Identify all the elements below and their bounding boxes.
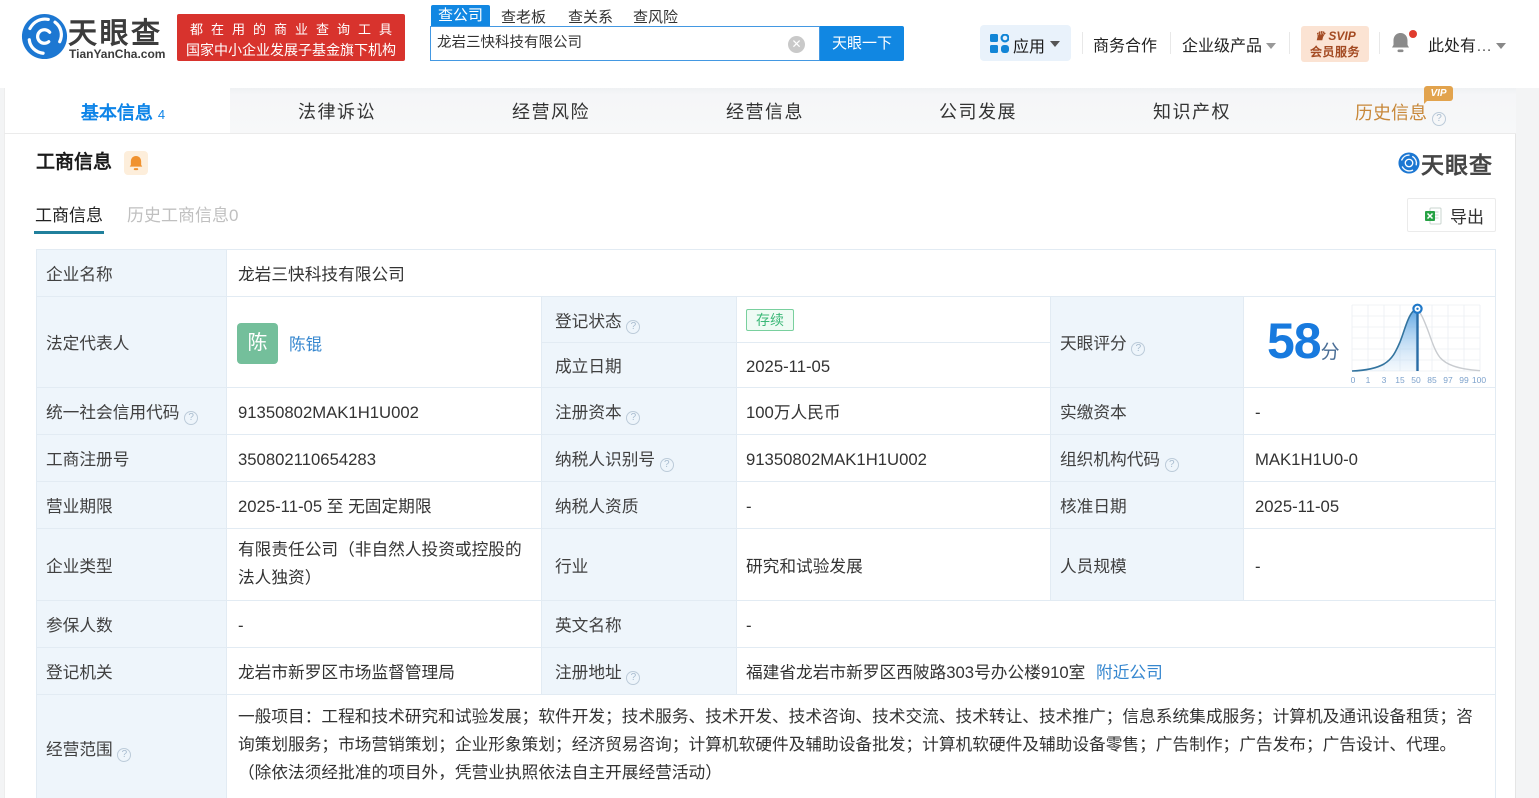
svg-text:0: 0: [1351, 375, 1356, 385]
svg-text:97: 97: [1443, 375, 1453, 385]
svg-text:85: 85: [1427, 375, 1437, 385]
svg-text:1: 1: [1366, 375, 1371, 385]
svg-text:15: 15: [1395, 375, 1405, 385]
svg-text:50: 50: [1411, 375, 1421, 385]
svg-text:100: 100: [1472, 375, 1486, 385]
svg-text:3: 3: [1382, 375, 1387, 385]
svg-text:99: 99: [1459, 375, 1469, 385]
